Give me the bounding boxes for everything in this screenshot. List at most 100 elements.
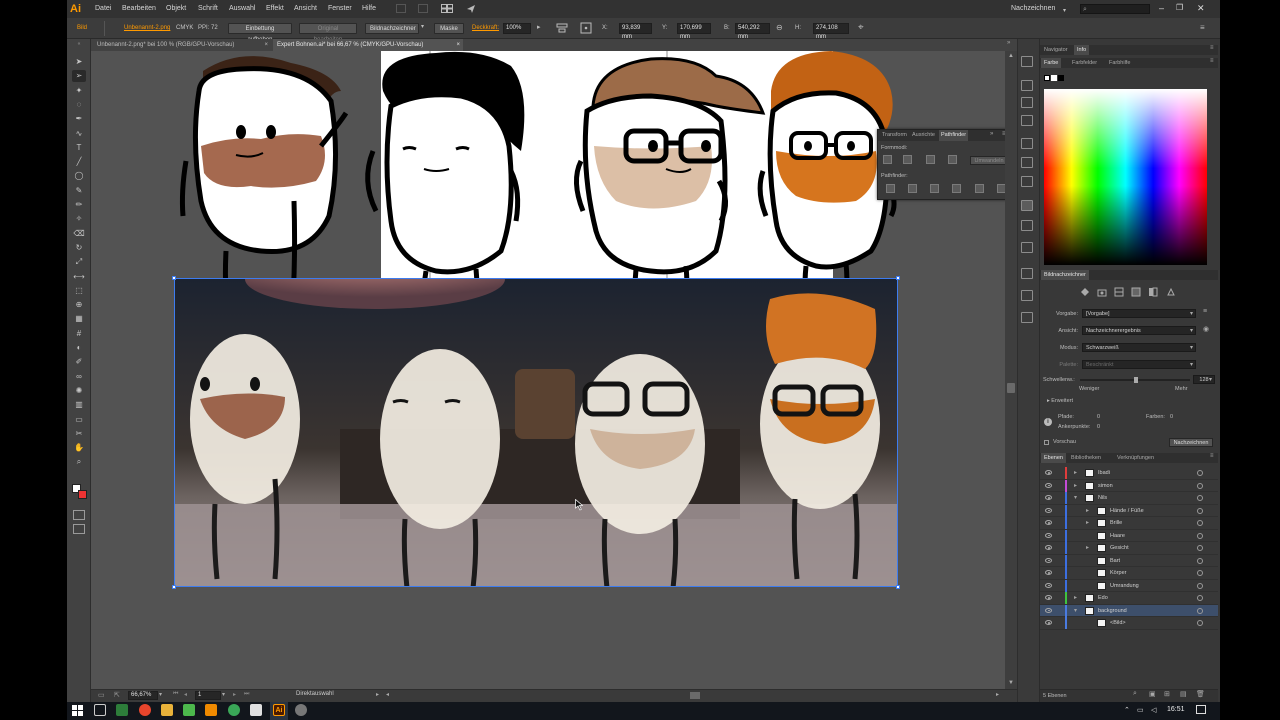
transform-panel-icon[interactable] <box>1021 176 1033 187</box>
trash-icon[interactable]: 🗑 <box>1196 690 1205 698</box>
target-icon[interactable] <box>1197 570 1203 576</box>
threshold-slider[interactable] <box>1080 377 1190 383</box>
tab-overflow-icon[interactable]: » <box>1007 40 1010 46</box>
brushes-panel-icon[interactable] <box>1021 115 1033 126</box>
eye-icon[interactable] <box>1045 507 1052 513</box>
pencil-tool-icon[interactable]: ✏ <box>72 199 86 211</box>
tab-transform[interactable]: Transform <box>880 130 909 141</box>
tab-unbenannt[interactable]: Unbenannt-2.png* bei 100 % (RGB/GPU-Vors… <box>93 39 271 51</box>
y-field[interactable]: 170,699 mm <box>677 23 711 40</box>
tab-swatches[interactable]: Farbfelder <box>1069 58 1100 68</box>
first-page-icon[interactable]: ⏮ <box>173 691 178 698</box>
artboards-panel-icon[interactable] <box>1021 268 1033 279</box>
merge-icon[interactable] <box>930 184 939 193</box>
scroll-down-icon[interactable]: ▼ <box>1008 680 1014 686</box>
panel-menu-icon[interactable]: ≡ <box>1210 58 1214 64</box>
divide-icon[interactable] <box>886 184 895 193</box>
close-icon[interactable]: × <box>264 39 268 51</box>
tab-layers[interactable]: Ebenen <box>1041 453 1066 463</box>
color-panel-icon[interactable] <box>1021 220 1033 231</box>
low-color-icon[interactable] <box>1114 287 1124 297</box>
palette-select[interactable]: Beschränkt <box>1082 360 1196 369</box>
black-swatch[interactable] <box>1058 75 1064 81</box>
selection-handle[interactable] <box>896 276 900 280</box>
perspective-grid-tool-icon[interactable]: ▦ <box>72 313 86 325</box>
auto-color-icon[interactable] <box>1080 287 1090 297</box>
layer-row[interactable]: ▸ Gesicht <box>1040 542 1218 555</box>
tab-links[interactable]: Verknüpfungen <box>1114 453 1157 463</box>
linked-file-link[interactable]: Unbenannt-2.png <box>124 18 170 39</box>
layer-row[interactable]: ▸ Brille <box>1040 517 1218 530</box>
artboard-icon[interactable]: ▭ <box>98 691 105 699</box>
target-icon[interactable] <box>1197 620 1203 626</box>
scroll-thumb[interactable] <box>1007 383 1015 393</box>
tab-align[interactable]: Ausrichte <box>910 130 937 141</box>
layer-row[interactable]: ▸ simon <box>1040 479 1218 492</box>
expand-toggle-icon[interactable]: ▾ <box>1074 492 1077 504</box>
menu-help[interactable]: Hilfe <box>362 0 376 18</box>
black-white-icon[interactable] <box>1148 287 1158 297</box>
workspace-switcher[interactable]: Nachzeichnen <box>1011 0 1055 18</box>
page-field[interactable]: 1 <box>195 691 221 700</box>
image-trace-button[interactable]: Bildnachzeichner <box>365 23 419 34</box>
network-icon[interactable]: ▭ <box>1137 706 1144 714</box>
blend-tool-icon[interactable]: ∞ <box>72 371 86 383</box>
preset-select[interactable]: [Vorgabe] <box>1082 309 1196 318</box>
expand-toggle-icon[interactable]: ▸ <box>1074 467 1077 479</box>
free-transform-tool-icon[interactable]: ⬚ <box>72 285 86 297</box>
graphic-styles-icon[interactable] <box>1021 312 1033 323</box>
illustrator-icon[interactable]: Ai <box>273 704 285 716</box>
preview-checkbox[interactable] <box>1044 440 1049 445</box>
menu-window[interactable]: Fenster <box>328 0 352 18</box>
tab-expert-bohnen[interactable]: Expert Bohnen.ai* bei 66,67 % (CMYK/GPU-… <box>273 39 463 51</box>
symbols-icon[interactable] <box>1021 157 1033 168</box>
grayscale-icon[interactable] <box>1131 287 1141 297</box>
eye-icon[interactable] <box>1045 557 1052 563</box>
zoom-tool-icon[interactable]: ⌕ <box>72 456 86 468</box>
selection-tool-icon[interactable]: ➤ <box>72 56 86 68</box>
eye-icon[interactable] <box>1045 520 1052 525</box>
expand-toggle-icon[interactable]: ▸ <box>1086 542 1089 554</box>
target-icon[interactable] <box>1197 507 1203 514</box>
crop-icon[interactable] <box>952 184 961 193</box>
menu-effect[interactable]: Effekt <box>266 0 284 18</box>
curvature-tool-icon[interactable]: ∿ <box>72 128 86 140</box>
target-icon[interactable] <box>1197 557 1203 564</box>
eye-icon[interactable] <box>1045 607 1052 613</box>
minus-front-icon[interactable] <box>903 155 912 164</box>
hand-tool-icon[interactable]: ✋ <box>72 442 86 454</box>
chevron-down-icon[interactable]: ▾ <box>421 23 424 30</box>
mail-icon[interactable] <box>250 704 262 716</box>
tab-libraries[interactable]: Bibliotheken <box>1068 453 1104 463</box>
line-tool-icon[interactable]: ╱ <box>72 156 86 168</box>
windows-start-icon[interactable] <box>72 705 83 716</box>
image-trace-icon[interactable] <box>1021 290 1033 301</box>
edit-original-button[interactable]: Original bearbeiten <box>299 23 357 43</box>
target-icon[interactable] <box>1197 582 1203 589</box>
target-icon[interactable] <box>1197 607 1203 614</box>
eye-icon[interactable] <box>1045 595 1052 600</box>
app-icon[interactable] <box>116 704 128 716</box>
menu-view[interactable]: Ansicht <box>294 0 317 18</box>
eraser-tool-icon[interactable]: ⌫ <box>72 228 86 240</box>
chevron-right-icon[interactable]: ▸ <box>537 23 541 31</box>
none-swatch[interactable] <box>1051 75 1057 81</box>
align-panel-icon[interactable] <box>1021 97 1033 108</box>
artboard-tool-icon[interactable]: ▭ <box>72 414 86 426</box>
target-icon[interactable] <box>1197 532 1203 539</box>
chevron-up-icon[interactable]: ⌃ <box>1124 706 1130 714</box>
eye-icon[interactable] <box>1045 482 1052 488</box>
expand-button[interactable]: Umwandeln <box>970 156 1008 165</box>
column-graph-tool-icon[interactable]: ▥ <box>72 399 86 411</box>
stock-icon[interactable] <box>418 4 428 13</box>
pathfinder-icon[interactable] <box>1021 200 1033 211</box>
selection-handle[interactable] <box>172 276 176 280</box>
eye-icon[interactable] <box>1045 470 1052 475</box>
rotate-tool-icon[interactable]: ↻ <box>72 242 86 254</box>
preset-menu-icon[interactable]: ≡ <box>1203 308 1207 315</box>
control-menu-icon[interactable]: ≡ <box>1200 23 1205 32</box>
arrange-documents-icon[interactable] <box>441 4 453 13</box>
menu-type[interactable]: Schrift <box>198 0 218 18</box>
eye-icon[interactable] <box>1045 570 1052 575</box>
layers-panel-icon[interactable] <box>1021 242 1033 253</box>
